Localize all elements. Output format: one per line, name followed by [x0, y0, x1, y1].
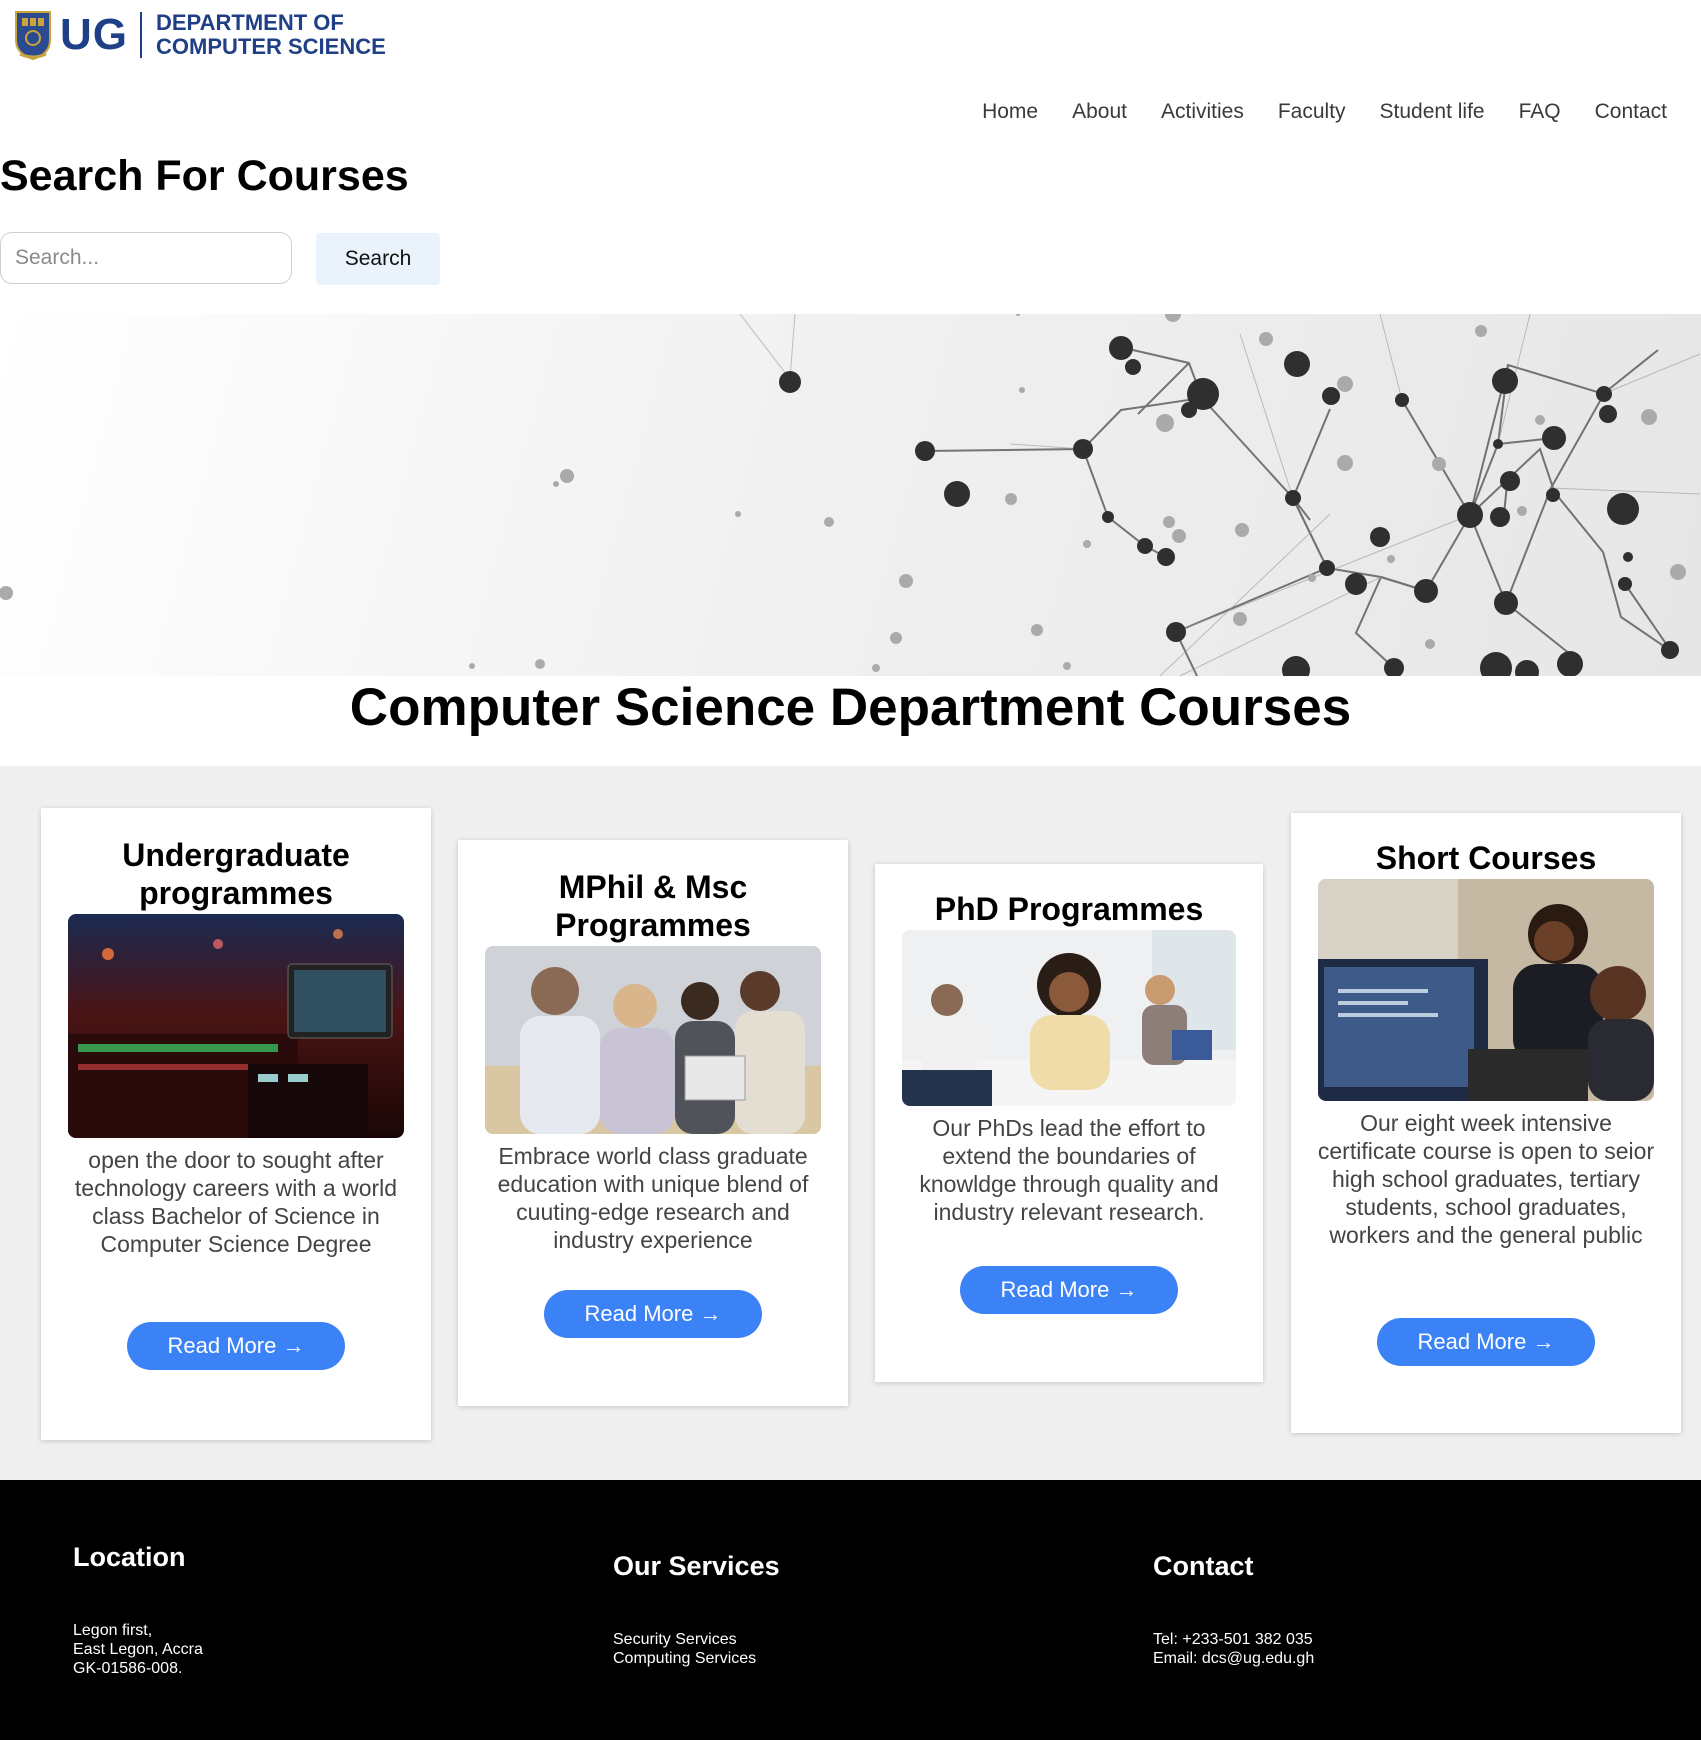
read-more-button[interactable]: Read More → — [1377, 1318, 1595, 1366]
nav-activities[interactable]: Activities — [1161, 100, 1244, 124]
card-description: Our PhDs lead the effort to extend the b… — [919, 1115, 1219, 1225]
site-logo[interactable]: UG DEPARTMENT OF COMPUTER SCIENCE — [14, 8, 386, 62]
footer-location-title: Location — [73, 1542, 186, 1572]
footer-location: Location Legon first, East Legon, Accra … — [73, 1542, 203, 1678]
nav-student-life[interactable]: Student life — [1380, 100, 1485, 124]
search-title: Search For Courses — [0, 152, 409, 200]
course-card-short-courses: Short Courses Our eight week intensive c… — [1291, 813, 1681, 1433]
read-more-button[interactable]: Read More → — [960, 1266, 1178, 1314]
card-title: PhD Programmes — [934, 891, 1204, 927]
nav-contact[interactable]: Contact — [1595, 100, 1667, 124]
photo-students-coding-together — [1318, 879, 1654, 1101]
footer-email[interactable]: Email: dcs@ug.edu.gh — [1153, 1649, 1314, 1668]
courses-heading: Computer Science Department Courses — [349, 678, 1352, 737]
course-card-mphil-msc: MPhil & Msc Programmes Embrace world cla… — [458, 840, 848, 1406]
footer-location-line: East Legon, Accra — [73, 1641, 203, 1658]
card-title: Undergraduate programmes — [122, 837, 350, 911]
logo-ug-text: UG — [60, 10, 128, 59]
footer-services: Our Services Security Services Computing… — [613, 1551, 780, 1668]
photo-audio-mixing-console — [68, 914, 404, 1138]
search-input[interactable] — [0, 232, 292, 284]
main-nav: Home About Activities Faculty Student li… — [982, 100, 1667, 124]
nav-home[interactable]: Home — [982, 100, 1038, 124]
footer-location-line: Legon first, — [73, 1622, 153, 1639]
network-graph-illustration — [0, 314, 1701, 676]
site-header: UG DEPARTMENT OF COMPUTER SCIENCE Home A… — [0, 0, 1701, 150]
card-description: Embrace world class graduate education w… — [497, 1143, 809, 1253]
search-button[interactable]: Search — [316, 233, 440, 285]
logo-divider — [140, 12, 142, 58]
nav-about[interactable]: About — [1072, 100, 1127, 124]
footer-service-link[interactable]: Computing Services — [613, 1649, 780, 1668]
read-more-button[interactable]: Read More → — [127, 1322, 345, 1370]
nav-faq[interactable]: FAQ — [1519, 100, 1561, 124]
courses-section: Undergraduate programmes open the door t… — [0, 766, 1701, 1480]
card-title: MPhil & Msc Programmes — [555, 869, 751, 943]
logo-line-1: DEPARTMENT OF — [156, 10, 344, 35]
footer-contact-title: Contact — [1153, 1551, 1254, 1581]
footer-location-line: GK-01586-008. — [73, 1660, 183, 1677]
card-image-students-laptops — [485, 946, 821, 1134]
footer-services-title: Our Services — [613, 1551, 780, 1581]
card-image-students-coding — [1318, 879, 1654, 1101]
site-footer: Location Legon first, East Legon, Accra … — [0, 1480, 1701, 1740]
course-card-undergraduate: Undergraduate programmes open the door t… — [41, 808, 431, 1440]
logo-department-name: DEPARTMENT OF COMPUTER SCIENCE — [156, 11, 386, 59]
footer-service-link[interactable]: Security Services — [613, 1630, 780, 1649]
nav-faculty[interactable]: Faculty — [1278, 100, 1346, 124]
hero-banner — [0, 314, 1701, 676]
card-image-smiling-student — [902, 930, 1236, 1106]
footer-phone[interactable]: Tel: +233-501 382 035 — [1153, 1630, 1314, 1649]
university-crest-icon — [15, 11, 51, 60]
photo-students-with-laptops — [485, 946, 821, 1134]
card-image-audio-console — [68, 914, 404, 1138]
card-description: Our eight week intensive certificate cou… — [1317, 1110, 1655, 1248]
read-more-button[interactable]: Read More → — [544, 1290, 762, 1338]
logo-line-2: COMPUTER SCIENCE — [156, 34, 386, 59]
footer-contact: Contact Tel: +233-501 382 035 Email: dcs… — [1153, 1551, 1314, 1668]
course-card-phd: PhD Programmes Our PhDs lead the effort … — [875, 864, 1263, 1382]
card-description: open the door to sought after technology… — [74, 1147, 398, 1257]
photo-smiling-student-classroom — [902, 930, 1236, 1106]
card-title: Short Courses — [1375, 840, 1597, 876]
